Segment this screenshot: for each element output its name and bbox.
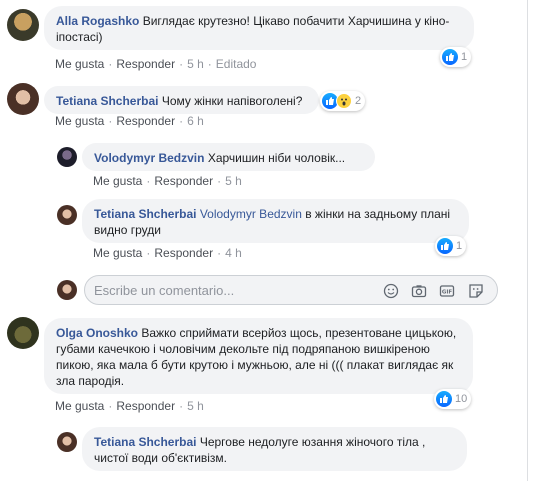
comment-author[interactable]: Tetiana Shcherbai [94, 435, 196, 449]
comment-text: Чому жінки напівоголені? [161, 94, 303, 108]
reply-link[interactable]: Responder [116, 57, 175, 71]
avatar-tetiana[interactable] [57, 205, 77, 225]
comment-bubble: Tetiana Shcherbai Чому жінки напівоголен… [44, 86, 319, 114]
reply-bubble: Tetiana Shcherbai Volodymyr Bedzvin в жі… [82, 199, 469, 243]
gif-icon[interactable]: GIF [439, 283, 455, 299]
reaction-count: 1 [461, 51, 468, 63]
like-link[interactable]: Me gusta [55, 399, 104, 413]
comment-bubble: Olga Onoshko Важко сприймати всерйоз щос… [44, 318, 473, 394]
panel-border [527, 0, 528, 481]
reply-link[interactable]: Responder [154, 174, 213, 188]
like-link[interactable]: Me gusta [93, 174, 142, 188]
reply-link[interactable]: Responder [116, 114, 175, 128]
comment-text: Харчишин ніби чоловік... [207, 151, 346, 165]
svg-text:GIF: GIF [442, 290, 453, 296]
comment-actions: Me gusta · Responder · 5 h [55, 399, 204, 413]
avatar-tetiana[interactable] [7, 83, 39, 115]
comment-author[interactable]: Volodymyr Bedzvin [94, 151, 204, 165]
like-reaction-icon [436, 391, 452, 407]
comment-input[interactable]: Escribe un comentario... GIF [84, 275, 498, 305]
reaction-count: 1 [456, 240, 463, 252]
timestamp[interactable]: 5 h [187, 399, 204, 413]
like-link[interactable]: Me gusta [93, 246, 142, 260]
avatar-tetiana[interactable] [57, 432, 77, 452]
like-link[interactable]: Me gusta [55, 57, 104, 71]
reaction-summary[interactable]: 1 [440, 47, 472, 67]
reply-link[interactable]: Responder [116, 399, 175, 413]
avatar-volodymyr[interactable] [57, 147, 77, 167]
reaction-count: 2 [355, 95, 362, 107]
comment-author[interactable]: Olga Onoshko [56, 326, 138, 340]
comment-actions: Me gusta · Responder · 5 h · Editado [55, 57, 257, 71]
comment-bubble: Alla Rogashko Виглядає крутезно! Цікаво … [44, 6, 474, 50]
like-reaction-icon [437, 238, 453, 254]
reply-bubble: Volodymyr Bedzvin Харчишин ніби чоловік.… [82, 143, 375, 171]
edited-label[interactable]: Editado [216, 57, 257, 71]
comment-actions: Me gusta · Responder · 4 h [93, 246, 242, 260]
timestamp[interactable]: 4 h [225, 246, 242, 260]
camera-icon[interactable] [411, 283, 427, 299]
timestamp[interactable]: 5 h [187, 57, 204, 71]
reaction-count: 10 [455, 393, 468, 405]
comment-author[interactable]: Tetiana Shcherbai [56, 94, 158, 108]
avatar-olga[interactable] [7, 317, 39, 349]
reaction-summary[interactable]: 1 [435, 236, 467, 256]
reaction-summary[interactable]: 2 [320, 91, 366, 111]
current-user-avatar [57, 280, 77, 300]
mention-link[interactable]: Volodymyr Bedzvin [200, 207, 302, 221]
timestamp[interactable]: 5 h [225, 174, 242, 188]
like-reaction-icon [442, 49, 458, 65]
reply-bubble: Tetiana Shcherbai Чергове недолуге юзанн… [82, 427, 467, 471]
reply-link[interactable]: Responder [154, 246, 213, 260]
timestamp[interactable]: 6 h [187, 114, 204, 128]
comment-actions: Me gusta · Responder · 6 h [55, 114, 204, 128]
comment-actions: Me gusta · Responder · 5 h [93, 174, 242, 188]
comment-author[interactable]: Alla Rogashko [56, 14, 139, 28]
emoji-icon[interactable] [383, 283, 399, 299]
comment-author[interactable]: Tetiana Shcherbai [94, 207, 196, 221]
comment-placeholder: Escribe un comentario... [94, 283, 235, 298]
avatar-alla[interactable] [7, 9, 39, 41]
sticker-icon[interactable] [468, 283, 484, 299]
wow-reaction-icon [336, 93, 352, 109]
reaction-summary[interactable]: 10 [434, 389, 472, 409]
like-link[interactable]: Me gusta [55, 114, 104, 128]
